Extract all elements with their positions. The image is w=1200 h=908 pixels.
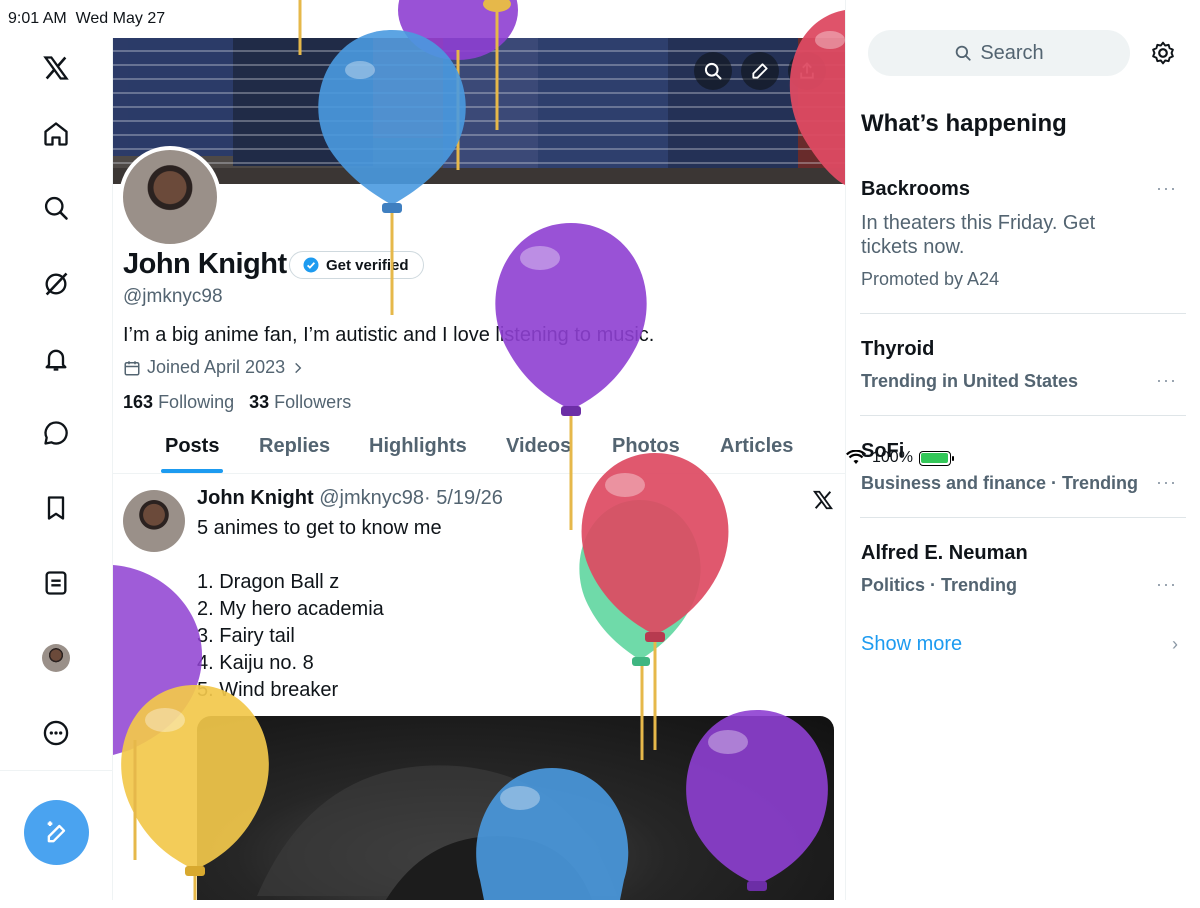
divider — [860, 313, 1186, 314]
search-icon[interactable] — [38, 190, 74, 226]
post-text-line: 2. My hero academia — [197, 598, 384, 620]
profile-avatar[interactable] — [119, 146, 221, 248]
trend-promo-text: In theaters this Friday. Get — [861, 212, 1096, 234]
divider — [860, 517, 1186, 518]
sidebar-nav — [0, 38, 113, 900]
trend-promoted-by: Promoted by A24 — [861, 269, 1000, 289]
search-input[interactable]: Search — [868, 30, 1130, 76]
gear-icon — [1152, 41, 1174, 65]
profile-bio: I’m a big anime fan, I’m autistic and I … — [123, 324, 655, 346]
post-date[interactable]: · 5/19/26 — [424, 487, 503, 509]
post-text-line: 5. Wind breaker — [197, 679, 339, 701]
calendar-icon — [124, 360, 140, 375]
tab-replies[interactable]: Replies — [259, 435, 330, 458]
tab-highlights[interactable]: Highlights — [369, 435, 467, 458]
post-text-line: 5 animes to get to know me — [197, 517, 442, 539]
settings-button[interactable] — [1146, 36, 1180, 70]
trend-title[interactable]: Backrooms — [861, 178, 970, 201]
get-verified-label: Get verified — [326, 256, 409, 274]
post-handle[interactable]: @jmknyc98 — [319, 487, 424, 509]
trend-subtitle: Trending in United States — [861, 371, 1079, 391]
notifications-icon[interactable] — [38, 341, 74, 377]
pencil-icon — [752, 63, 768, 79]
banner-edit-button[interactable] — [741, 52, 779, 90]
trend-subtitle: Business and finance · Trending — [861, 473, 1139, 493]
trend-title[interactable]: Thyroid — [861, 338, 934, 361]
post-media-image[interactable] — [197, 716, 834, 900]
joined-label: Joined April 2023 — [147, 357, 286, 377]
nav-divider — [0, 770, 112, 771]
chevron-right-icon: › — [1172, 634, 1178, 654]
followers-link[interactable]: 33 Followers — [249, 392, 351, 412]
compose-icon — [47, 820, 65, 842]
trend-title[interactable]: SoFi — [861, 440, 904, 463]
post-author[interactable]: John Knight — [197, 487, 314, 509]
tab-photos[interactable]: Photos — [612, 435, 680, 458]
profile-name: John Knight — [123, 248, 287, 280]
trend-subtitle: Politics · Trending — [861, 575, 1018, 595]
follow-stats: 163 Following 33 Followers — [123, 392, 351, 413]
joined-date[interactable]: Joined April 2023 — [123, 357, 305, 378]
lists-icon[interactable] — [38, 565, 74, 601]
post-text-line: 4. Kaiju no. 8 — [197, 652, 314, 674]
profile-banner — [113, 38, 845, 184]
messages-icon[interactable] — [38, 415, 74, 451]
chevron-right-icon — [295, 362, 302, 373]
trend-title[interactable]: Alfred E. Neuman — [861, 542, 1028, 565]
share-icon — [800, 62, 814, 79]
divider — [860, 415, 1186, 416]
search-placeholder: Search — [980, 41, 1044, 64]
post-text-line: 3. Fairy tail — [197, 625, 295, 647]
bookmarks-icon[interactable] — [38, 490, 74, 526]
profile-main: John Knight Get verified @jmknyc98 I’m a… — [113, 0, 846, 900]
trend-more-button[interactable]: ··· — [1156, 574, 1177, 595]
x-logo-icon[interactable] — [38, 50, 74, 86]
right-sidebar: Search What’s happening Backrooms In the… — [846, 0, 1200, 900]
grok-icon[interactable] — [38, 266, 74, 302]
verified-badge-icon — [303, 257, 319, 273]
more-icon[interactable] — [38, 715, 74, 751]
active-tab-indicator — [161, 469, 223, 473]
trend-more-button[interactable]: ··· — [1156, 472, 1177, 493]
profile-handle: @jmknyc98 — [123, 286, 223, 307]
post-text-line: 1. Dragon Ball z — [197, 571, 340, 593]
trend-more-button[interactable]: ··· — [1156, 178, 1177, 199]
banner-share-button[interactable] — [788, 52, 826, 90]
search-icon — [704, 62, 722, 80]
trend-more-button[interactable]: ··· — [1156, 370, 1177, 391]
profile-avatar-nav[interactable] — [38, 640, 74, 676]
compose-button[interactable] — [24, 800, 89, 865]
home-icon[interactable] — [38, 116, 74, 152]
post-avatar[interactable] — [123, 490, 185, 552]
tab-videos[interactable]: Videos — [506, 435, 571, 458]
x-logo-icon — [812, 490, 834, 510]
tab-articles[interactable]: Articles — [720, 435, 793, 458]
following-link[interactable]: 163 Following — [123, 392, 234, 412]
banner-image — [113, 38, 845, 184]
trend-promo-text: tickets now. — [861, 236, 965, 258]
get-verified-button[interactable]: Get verified — [289, 251, 424, 279]
tab-posts[interactable]: Posts — [165, 435, 219, 458]
show-more-link[interactable]: Show more — [861, 633, 962, 656]
post-header: John Knight @jmknyc98· 5/19/26 — [197, 487, 503, 510]
whats-happening-heading: What’s happening — [861, 110, 1067, 137]
banner-search-button[interactable] — [694, 52, 732, 90]
search-icon — [956, 45, 971, 61]
profile-tabs: Posts Replies Highlights Videos Photos A… — [113, 425, 845, 474]
